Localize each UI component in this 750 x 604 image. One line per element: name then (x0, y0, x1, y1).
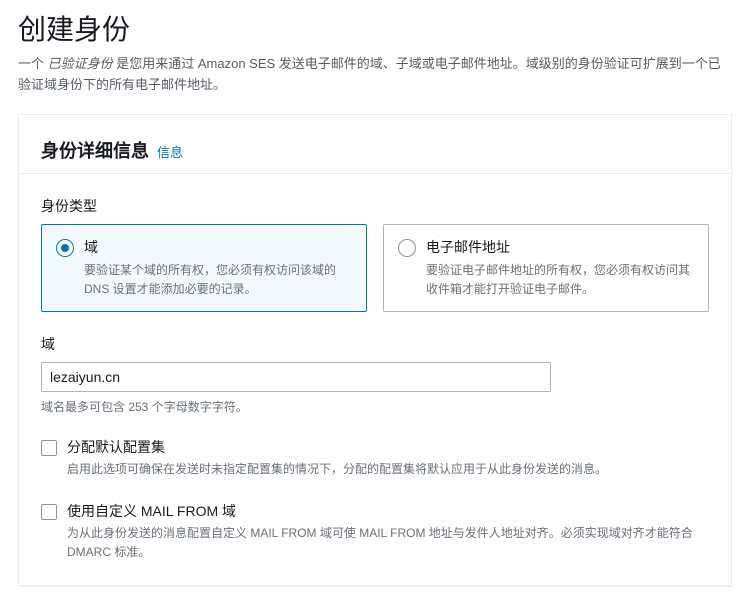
domain-label: 域 (41, 334, 709, 354)
identity-details-panel: 身份详细信息 信息 身份类型 域 要验证某个域的所有权，您必须有权访问该域的 D… (18, 114, 732, 586)
identity-type-domain[interactable]: 域 要验证某个域的所有权，您必须有权访问该域的 DNS 设置才能添加必要的记录。 (41, 224, 367, 312)
info-link[interactable]: 信息 (157, 142, 183, 161)
identity-type-label: 身份类型 (41, 196, 709, 216)
radio-icon (398, 239, 416, 257)
config-set-checkbox[interactable]: 分配默认配置集 启用此选项可确保在发送时未指定配置集的情况下，分配的配置集将默认… (41, 437, 709, 479)
radio-description: 要验证某个域的所有权，您必须有权访问该域的 DNS 设置才能添加必要的记录。 (84, 261, 352, 299)
checkbox-description: 启用此选项可确保在发送时未指定配置集的情况下，分配的配置集将默认应用于从此身份发… (67, 460, 709, 479)
checkbox-icon (41, 504, 57, 520)
checkbox-title: 分配默认配置集 (67, 437, 709, 457)
domain-field: 域 域名最多可包含 253 个字母数字字符。 (41, 334, 709, 415)
domain-helper: 域名最多可包含 253 个字母数字字符。 (41, 398, 709, 415)
radio-description: 要验证电子邮件地址的所有权，您必须有权访问其收件箱才能打开验证电子邮件。 (426, 261, 694, 299)
config-set-field: 分配默认配置集 启用此选项可确保在发送时未指定配置集的情况下，分配的配置集将默认… (41, 437, 709, 479)
panel-divider (19, 173, 731, 174)
domain-input[interactable] (41, 362, 551, 392)
identity-type-email[interactable]: 电子邮件地址 要验证电子邮件地址的所有权，您必须有权访问其收件箱才能打开验证电子… (383, 224, 709, 312)
desc-prefix: 一个 (18, 56, 48, 71)
mailfrom-checkbox[interactable]: 使用自定义 MAIL FROM 域 为从此身份发送的消息配置自定义 MAIL F… (41, 501, 709, 562)
radio-title: 电子邮件地址 (426, 237, 694, 257)
checkbox-title: 使用自定义 MAIL FROM 域 (67, 501, 709, 521)
identity-type-options: 域 要验证某个域的所有权，您必须有权访问该域的 DNS 设置才能添加必要的记录。… (41, 224, 709, 312)
mailfrom-field: 使用自定义 MAIL FROM 域 为从此身份发送的消息配置自定义 MAIL F… (41, 501, 709, 562)
checkbox-icon (41, 440, 57, 456)
radio-title: 域 (84, 237, 352, 257)
identity-type-field: 身份类型 域 要验证某个域的所有权，您必须有权访问该域的 DNS 设置才能添加必… (41, 196, 709, 312)
radio-icon (56, 239, 74, 257)
desc-suffix: 是您用来通过 Amazon SES 发送电子邮件的域、子域或电子邮件地址。域级别… (18, 56, 721, 92)
desc-em: 已验证身份 (48, 56, 113, 71)
page-description: 一个 已验证身份 是您用来通过 Amazon SES 发送电子邮件的域、子域或电… (18, 54, 732, 96)
panel-title: 身份详细信息 (41, 137, 149, 163)
checkbox-description: 为从此身份发送的消息配置自定义 MAIL FROM 域可使 MAIL FROM … (67, 524, 709, 562)
page-title: 创建身份 (18, 8, 732, 48)
panel-header: 身份详细信息 信息 (41, 137, 709, 163)
